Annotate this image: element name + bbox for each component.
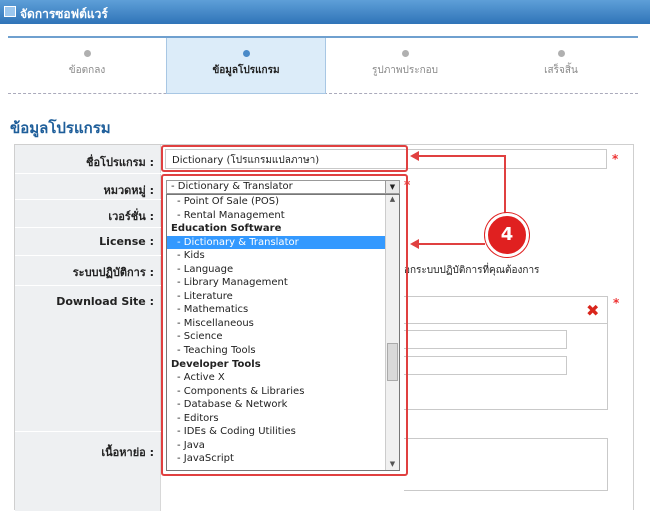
label-column: ชื่อโปรแกรม : หมวดหมู่ : เวอร์ชั่น : Lic… bbox=[15, 145, 161, 511]
window-titlebar: จัดการซอฟต์แวร์ bbox=[0, 0, 650, 24]
license-label: License : bbox=[99, 235, 154, 248]
section-title: ข้อมูลโปรแกรม bbox=[10, 119, 111, 137]
step-dot-icon bbox=[83, 50, 91, 57]
step-program-info[interactable]: ข้อมูลโปรแกรม bbox=[166, 38, 326, 94]
summary-textarea[interactable] bbox=[404, 438, 608, 491]
step-dot-icon bbox=[401, 50, 409, 57]
window-title: จัดการซอฟต์แวร์ bbox=[20, 7, 108, 21]
version-label: เวอร์ชั่น : bbox=[108, 210, 154, 223]
window-icon bbox=[4, 6, 16, 17]
os-hint-text: อกระบบปฏิบัติการที่คุณต้องการ bbox=[404, 265, 540, 276]
download-site-label: Download Site : bbox=[56, 295, 154, 308]
required-mark: * bbox=[612, 152, 619, 166]
step-label: เสร็จสิ้น bbox=[544, 65, 578, 76]
row-divider bbox=[15, 431, 161, 432]
wizard-steps: ข้อตกลง ข้อมูลโปรแกรม รูปภาพประกอบ เสร็จ… bbox=[8, 36, 638, 94]
row-divider bbox=[15, 199, 161, 200]
step-label: รูปภาพประกอบ bbox=[371, 65, 438, 76]
annotation-arrow-head bbox=[410, 151, 419, 161]
step-label: ข้อมูลโปรแกรม bbox=[212, 65, 280, 76]
annotation-arrow-head bbox=[410, 239, 419, 249]
step-number-badge: 4 bbox=[485, 213, 529, 257]
step-agreement[interactable]: ข้อตกลง bbox=[8, 38, 166, 94]
annotation-arrow-connector bbox=[504, 155, 506, 213]
required-mark: * bbox=[613, 296, 620, 310]
row-divider bbox=[15, 227, 161, 228]
highlight-box-category bbox=[161, 174, 408, 476]
os-label: ระบบปฏิบัติการ : bbox=[72, 266, 154, 279]
row-divider bbox=[15, 285, 161, 286]
highlight-box-program-name bbox=[161, 145, 408, 172]
program-name-label: ชื่อโปรแกรม : bbox=[85, 156, 154, 169]
row-divider bbox=[15, 255, 161, 256]
step-label: ข้อตกลง bbox=[68, 65, 106, 76]
step-dot-icon bbox=[557, 50, 565, 57]
step-finish[interactable]: เสร็จสิ้น bbox=[484, 38, 638, 94]
step-dot-icon bbox=[242, 50, 250, 57]
annotation-arrow-line bbox=[418, 155, 504, 157]
row-divider bbox=[15, 173, 161, 174]
summary-label: เนื้อหาย่อ : bbox=[101, 446, 154, 459]
download-site-frame bbox=[404, 296, 608, 410]
category-label: หมวดหมู่ : bbox=[103, 184, 154, 197]
step-images[interactable]: รูปภาพประกอบ bbox=[326, 38, 484, 94]
annotation-arrow-line bbox=[418, 243, 485, 245]
